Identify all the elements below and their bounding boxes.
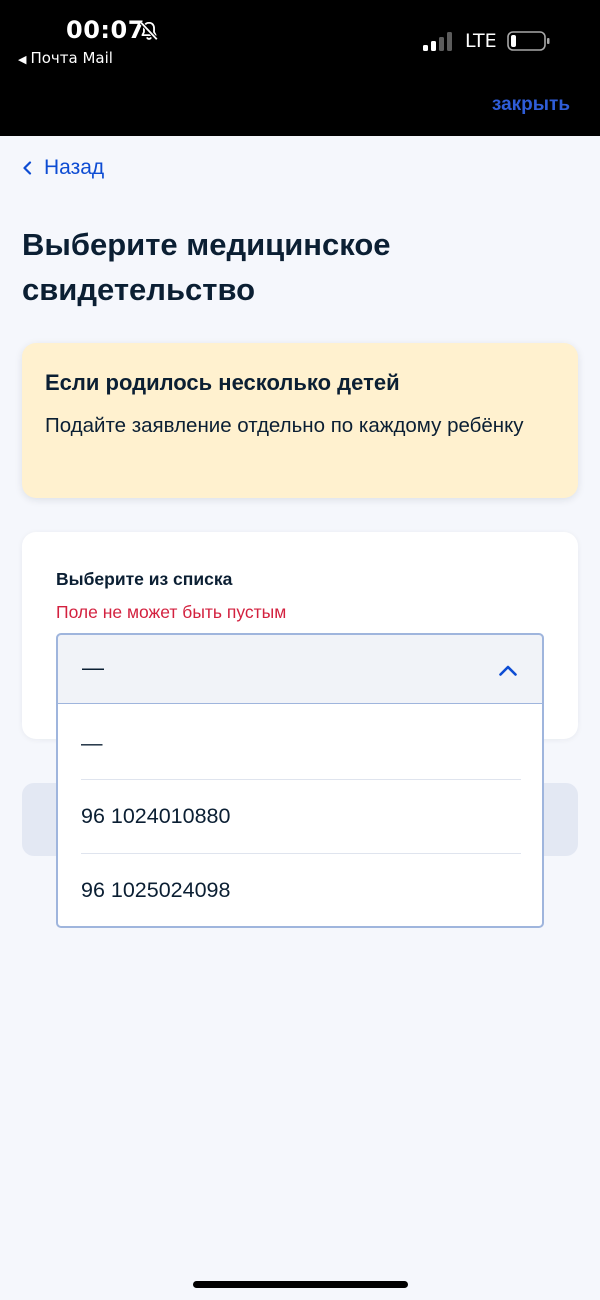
status-bar: 00:07 ◀ Почта Mail LTE закрыть bbox=[0, 0, 600, 136]
network-type: LTE bbox=[465, 30, 497, 52]
dropdown-list: — 96 1024010880 96 1025024098 bbox=[56, 703, 544, 928]
select-label: Выберите из списка bbox=[56, 569, 233, 589]
close-button[interactable]: закрыть bbox=[492, 94, 570, 116]
dropdown-option[interactable]: 96 1024010880 bbox=[81, 779, 521, 853]
back-label: Назад bbox=[44, 156, 105, 179]
dropdown-option[interactable]: 96 1025024098 bbox=[81, 853, 521, 927]
back-to-app-link[interactable]: ◀ Почта Mail bbox=[18, 49, 113, 67]
warning-text: Подайте заявление отдельно по каждому ре… bbox=[45, 414, 524, 437]
back-button[interactable]: Назад bbox=[22, 156, 104, 180]
battery-icon bbox=[507, 31, 550, 51]
warning-title: Если родилось несколько детей bbox=[45, 370, 400, 395]
back-triangle-icon: ◀ bbox=[18, 53, 27, 66]
signal-icon bbox=[423, 31, 455, 51]
home-indicator[interactable] bbox=[193, 1281, 408, 1288]
selected-value: — bbox=[82, 655, 104, 680]
back-app-label: Почта Mail bbox=[30, 49, 113, 67]
status-time: 00:07 bbox=[66, 16, 145, 44]
error-message: Поле не может быть пустым bbox=[56, 602, 287, 622]
dropdown-option[interactable]: — bbox=[81, 706, 521, 780]
chevron-up-icon[interactable] bbox=[498, 663, 518, 677]
bell-slash-icon bbox=[139, 21, 159, 41]
chevron-left-icon bbox=[23, 161, 32, 175]
page-title: Выберите медицинское свидетельство bbox=[22, 227, 391, 307]
certificate-select[interactable]: — bbox=[56, 633, 544, 705]
warning-banner: Если родилось несколько детей Подайте за… bbox=[22, 343, 578, 498]
